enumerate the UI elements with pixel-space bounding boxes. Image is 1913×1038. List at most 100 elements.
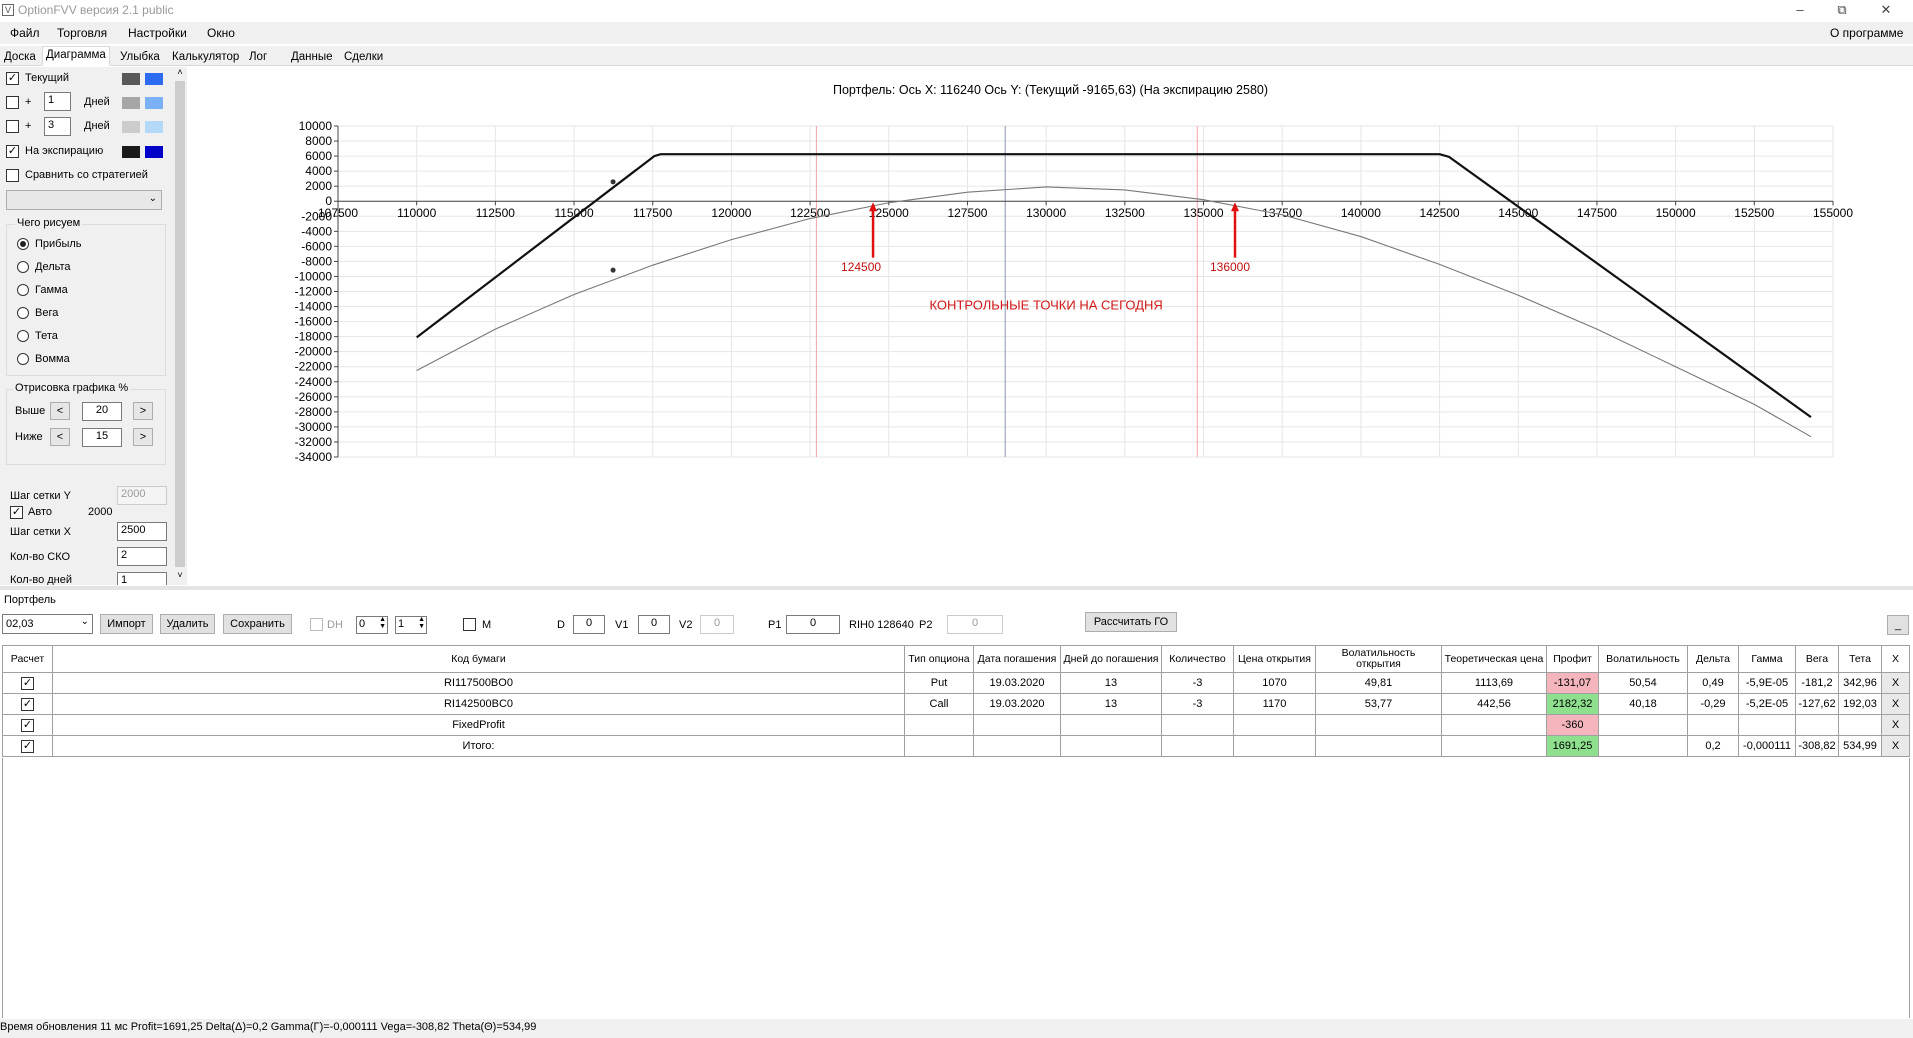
sko-input[interactable]: 2 (117, 547, 167, 566)
cell-x[interactable]: X (1881, 672, 1910, 694)
tab-data[interactable]: Данные (287, 48, 337, 66)
col-vega[interactable]: Вега (1795, 645, 1839, 673)
d3-color-dark[interactable] (122, 121, 140, 133)
spin-arrows-icon[interactable]: ▲ ▼ (418, 616, 425, 630)
menu-window[interactable]: Окно (207, 26, 235, 40)
above-increase-button[interactable]: > (133, 402, 153, 420)
menu-file[interactable]: Файл (10, 26, 40, 40)
v2-input[interactable]: 0 (700, 615, 734, 634)
save-button[interactable]: Сохранить (223, 614, 292, 634)
days2-input[interactable]: 3 (44, 117, 71, 136)
days-count-input[interactable]: 1 (117, 572, 167, 585)
tab-log[interactable]: Лог (245, 48, 271, 66)
col-theta[interactable]: Тета (1838, 645, 1882, 673)
p2-input[interactable]: 0 (947, 615, 1003, 634)
dh-checkbox[interactable] (310, 618, 323, 631)
d1-color-light[interactable] (145, 97, 163, 109)
table-row[interactable]: ✓ RI117500BO0 Put 19.03.2020 13 -3 1070 49,81 11… (2, 672, 1910, 694)
radio-vega[interactable] (17, 307, 29, 319)
menu-about[interactable]: О программе (1830, 26, 1903, 40)
row-calc-checkbox[interactable]: ✓ (21, 739, 34, 753)
d-input[interactable]: 0 (573, 615, 605, 634)
days2-checkbox[interactable] (6, 120, 19, 133)
col-x[interactable]: X (1881, 645, 1910, 673)
exp-color-dark[interactable] (122, 146, 140, 158)
menu-settings[interactable]: Настройки (128, 26, 187, 40)
scroll-down-icon[interactable]: ˅ (174, 570, 186, 582)
auto-checkbox[interactable]: ✓ (10, 506, 23, 519)
current-color-light[interactable] (145, 73, 163, 85)
tab-calculator[interactable]: Калькулятор (168, 48, 243, 66)
table-row[interactable]: ✓ RI142500BC0 Call 19.03.2020 13 -3 1170 53,77 4… (2, 693, 1910, 715)
p1-input[interactable]: 0 (786, 615, 840, 634)
above-input[interactable]: 20 (82, 402, 122, 421)
below-input[interactable]: 15 (82, 428, 122, 447)
dh-spinner-2[interactable]: 1 ▲ ▼ (395, 616, 427, 634)
spin-arrows-icon[interactable]: ▲ ▼ (379, 616, 386, 630)
maximize-icon[interactable]: ⧉ (1822, 0, 1862, 22)
grid-y-input[interactable]: 2000 (117, 486, 167, 505)
settings-scrollbar[interactable]: ˄ ˅ (173, 67, 187, 585)
cell-x[interactable]: X (1881, 735, 1910, 757)
chart-area[interactable]: Портфель: Ось X: 116240 Ось Y: (Текущий … (188, 67, 1913, 585)
col-vol[interactable]: Волатильность (1598, 645, 1688, 673)
radio-delta[interactable] (17, 261, 29, 273)
col-qty[interactable]: Количество (1161, 645, 1234, 673)
col-gamma[interactable]: Гамма (1738, 645, 1796, 673)
compare-checkbox[interactable] (6, 169, 19, 182)
row-calc-checkbox[interactable]: ✓ (21, 718, 34, 732)
col-theor[interactable]: Теоретическая цена (1441, 645, 1547, 673)
days1-input[interactable]: 1 (44, 92, 71, 111)
radio-profit[interactable] (17, 238, 29, 250)
d1-color-dark[interactable] (122, 97, 140, 109)
x-tick-label: 132500 (1105, 206, 1145, 220)
col-open[interactable]: Цена открытия (1233, 645, 1316, 673)
col-date[interactable]: Дата погашения (973, 645, 1061, 673)
col-calc[interactable]: Расчет (2, 645, 53, 673)
below-decrease-button[interactable]: < (50, 428, 70, 446)
current-color-dark[interactable] (122, 73, 140, 85)
radio-gamma[interactable] (17, 284, 29, 296)
radio-vomma[interactable] (17, 353, 29, 365)
menu-trading[interactable]: Торговля (57, 26, 107, 40)
minimize-icon[interactable]: – (1780, 0, 1820, 22)
days1-checkbox[interactable] (6, 96, 19, 109)
current-checkbox[interactable]: ✓ (6, 72, 19, 85)
d3-color-light[interactable] (145, 121, 163, 133)
close-icon[interactable]: ✕ (1866, 0, 1906, 22)
import-button[interactable]: Импорт (100, 614, 153, 634)
payoff-chart[interactable]: 1000080006000400020000-2000-4000-6000-80… (188, 67, 1913, 585)
radio-theta[interactable] (17, 330, 29, 342)
table-row[interactable]: ✓ FixedProfit -360 X (2, 714, 1910, 736)
scroll-up-icon[interactable]: ˄ (174, 67, 186, 79)
col-code[interactable]: Код бумаги (52, 645, 905, 673)
m-checkbox[interactable] (463, 618, 476, 631)
scroll-thumb[interactable] (175, 81, 185, 567)
above-decrease-button[interactable]: < (50, 402, 70, 420)
expiry-checkbox[interactable]: ✓ (6, 145, 19, 158)
col-vol-open[interactable]: Волатильность открытия (1315, 645, 1442, 673)
row-calc-checkbox[interactable]: ✓ (21, 697, 34, 711)
calc-go-button[interactable]: Рассчитать ГО (1085, 612, 1177, 632)
tab-smile[interactable]: Улыбка (116, 48, 164, 66)
row-calc-checkbox[interactable]: ✓ (21, 676, 34, 690)
below-increase-button[interactable]: > (133, 428, 153, 446)
v1-input[interactable]: 0 (638, 615, 670, 634)
col-profit[interactable]: Профит (1546, 645, 1599, 673)
grid-x-input[interactable]: 2500 (117, 522, 167, 541)
table-row[interactable]: ✓ Итого: 1691,25 0,2 -0,000111 -308,82 534,99 X (2, 735, 1910, 757)
col-delta[interactable]: Дельта (1687, 645, 1739, 673)
minimize-panel-button[interactable]: _ (1887, 615, 1909, 635)
tab-diagram[interactable]: Диаграмма (42, 46, 110, 66)
dh-spinner-1[interactable]: 0 ▲ ▼ (356, 616, 388, 634)
strategy-select[interactable]: ⌄ (6, 190, 162, 210)
exp-color-light[interactable] (145, 146, 163, 158)
cell-x[interactable]: X (1881, 714, 1910, 736)
delete-button[interactable]: Удалить (160, 614, 215, 634)
col-days[interactable]: Дней до погашения (1060, 645, 1162, 673)
portfolio-select[interactable]: 02,03 ⌄ (2, 614, 93, 634)
tab-deals[interactable]: Сделки (340, 48, 387, 66)
col-type[interactable]: Тип опциона (904, 645, 974, 673)
cell-x[interactable]: X (1881, 693, 1910, 715)
tab-board[interactable]: Доска (0, 48, 40, 66)
